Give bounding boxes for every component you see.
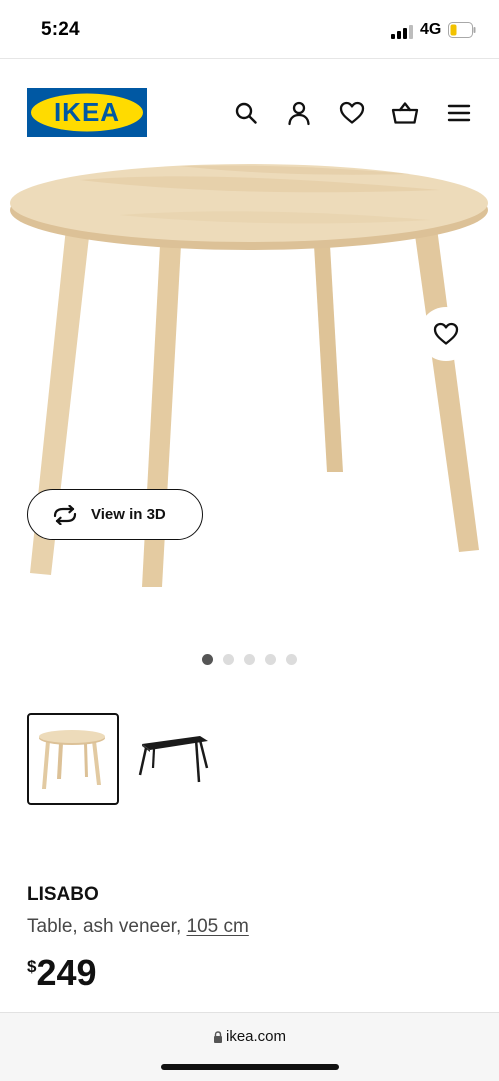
carousel-dot[interactable] — [202, 654, 213, 665]
carousel-dot[interactable] — [223, 654, 234, 665]
browser-address-bar: ikea.com — [0, 1012, 499, 1081]
url-display[interactable]: ikea.com — [0, 1028, 499, 1045]
save-favourite-button[interactable] — [419, 307, 473, 361]
heart-icon — [433, 322, 459, 345]
basket-icon — [391, 102, 419, 124]
product-description: Table, ash veneer, 105 cm — [27, 916, 249, 938]
product-image[interactable] — [0, 160, 499, 640]
site-header: IKEA — [0, 58, 499, 161]
signal-icon — [391, 25, 413, 39]
status-time: 5:24 — [41, 19, 80, 40]
product-size-link[interactable]: 105 cm — [187, 916, 249, 937]
product-type: Table, ash veneer, — [27, 916, 187, 937]
url-text: ikea.com — [225, 1028, 287, 1045]
ikea-logo[interactable]: IKEA — [27, 88, 147, 137]
thumbnail-ash-table-image — [39, 730, 105, 789]
thumbnail-ash-veneer[interactable] — [27, 713, 119, 805]
thumbnail-black[interactable] — [130, 713, 222, 805]
product-name: LISABO — [27, 884, 99, 905]
user-icon — [288, 101, 310, 126]
network-type: 4G — [420, 21, 442, 38]
search-button[interactable] — [232, 99, 260, 127]
thumbnail-black-table-image — [138, 736, 209, 783]
battery-icon — [448, 22, 476, 38]
favourites-button[interactable] — [338, 99, 366, 127]
product-price: $249 — [27, 952, 97, 994]
rotate-3d-icon — [53, 504, 77, 525]
price-amount: 249 — [36, 952, 97, 993]
view-in-3d-button[interactable]: View in 3D — [27, 489, 203, 540]
menu-button[interactable] — [445, 99, 473, 127]
heart-icon — [339, 101, 365, 124]
carousel-dot[interactable] — [244, 654, 255, 665]
logo-text: IKEA — [54, 97, 120, 127]
carousel-dot[interactable] — [265, 654, 276, 665]
cart-button[interactable] — [391, 99, 419, 127]
home-indicator[interactable] — [161, 1064, 339, 1070]
search-icon — [235, 102, 257, 124]
table-illustration — [10, 164, 488, 587]
carousel-dots — [202, 654, 297, 665]
price-currency: $ — [27, 957, 37, 976]
account-button[interactable] — [285, 99, 313, 127]
carousel-dot[interactable] — [286, 654, 297, 665]
lock-icon — [213, 1030, 222, 1043]
view-in-3d-label: View in 3D — [91, 506, 166, 523]
menu-icon — [447, 104, 471, 122]
status-bar: 5:24 4G — [0, 0, 499, 58]
